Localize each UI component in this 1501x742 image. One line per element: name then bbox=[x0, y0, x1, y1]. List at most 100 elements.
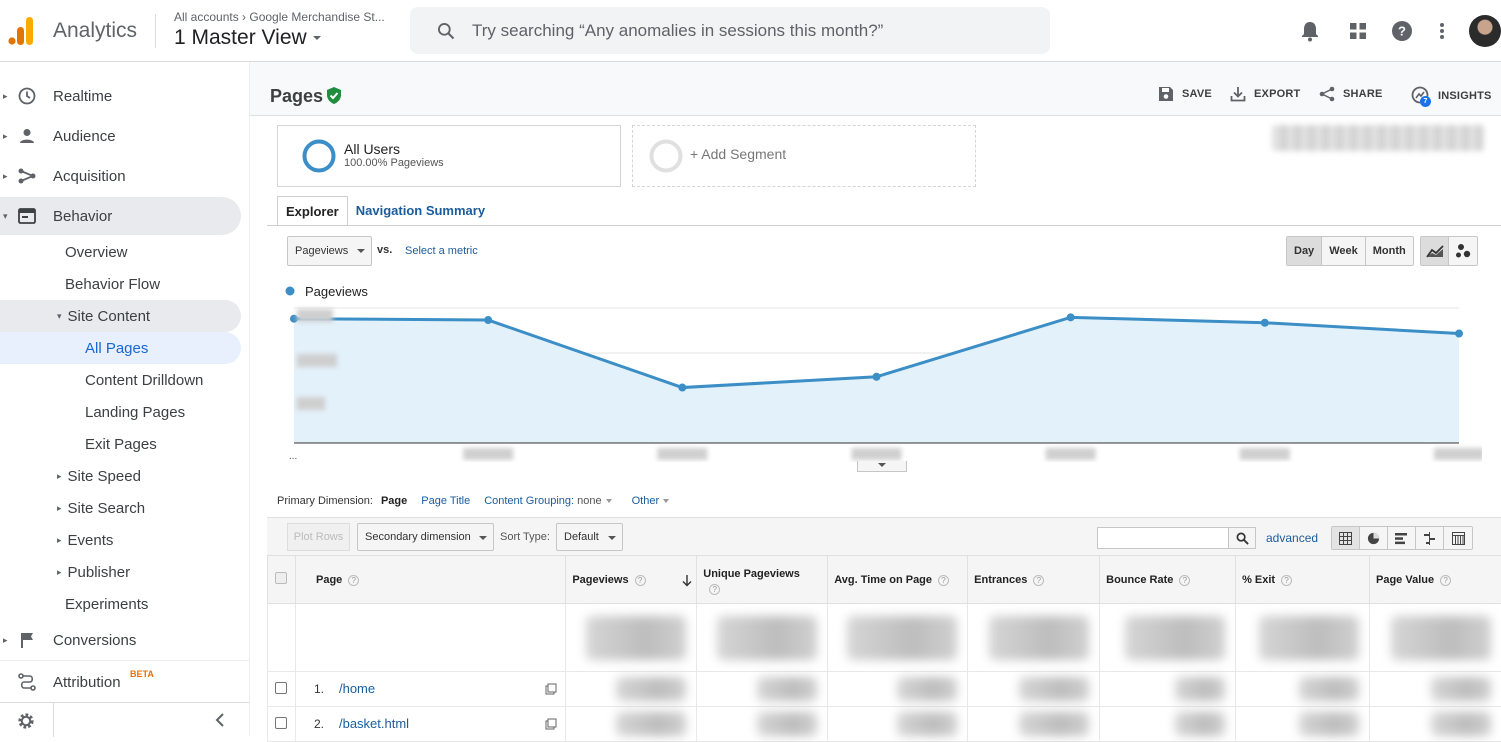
help-icon[interactable]: ? bbox=[635, 575, 646, 586]
export-button[interactable]: EXPORT bbox=[1230, 86, 1300, 102]
pie-view-button[interactable] bbox=[1360, 527, 1388, 549]
share-button[interactable]: SHARE bbox=[1319, 86, 1383, 102]
comparison-view-button[interactable] bbox=[1416, 527, 1444, 549]
more-vert-icon[interactable] bbox=[1430, 19, 1454, 43]
performance-view-button[interactable] bbox=[1388, 527, 1416, 549]
dimension-content-grouping[interactable]: Content Grouping: none bbox=[484, 495, 611, 507]
column-header-exit[interactable]: % Exit? bbox=[1236, 556, 1370, 604]
analytics-logo-icon[interactable] bbox=[8, 17, 34, 45]
chart-point[interactable] bbox=[1261, 319, 1269, 327]
search-bar[interactable] bbox=[410, 7, 1050, 54]
secondary-dimension-select[interactable]: Secondary dimension bbox=[357, 523, 494, 551]
help-icon[interactable]: ? bbox=[1390, 19, 1414, 43]
search-input[interactable] bbox=[472, 21, 1032, 41]
column-header-pageviews[interactable]: Pageviews? bbox=[566, 556, 697, 604]
select-all-checkbox-cell[interactable] bbox=[268, 556, 296, 604]
view-selector[interactable]: 1 Master View bbox=[174, 26, 323, 50]
column-header-avg-time-on-page[interactable]: Avg. Time on Page? bbox=[828, 556, 968, 604]
plot-rows-button[interactable]: Plot Rows bbox=[287, 523, 350, 551]
pivot-view-button[interactable] bbox=[1444, 527, 1472, 549]
chart-point[interactable] bbox=[678, 384, 686, 392]
sidebar-item-overview[interactable]: Overview bbox=[65, 236, 128, 268]
collapse-sidebar-icon[interactable] bbox=[215, 713, 225, 732]
chart-collapse-toggle[interactable] bbox=[857, 461, 907, 472]
sidebar-item-audience[interactable]: ▸ Audience bbox=[0, 116, 241, 156]
page-link[interactable]: /home bbox=[339, 681, 375, 696]
sidebar-item-content-drilldown[interactable]: Content Drilldown bbox=[85, 364, 203, 396]
help-icon[interactable]: ? bbox=[1033, 575, 1044, 586]
column-header-page[interactable]: Page? bbox=[295, 556, 565, 604]
column-header-page-value[interactable]: Page Value? bbox=[1370, 556, 1501, 604]
row-checkbox[interactable] bbox=[275, 717, 287, 729]
sidebar-item-site-search[interactable]: ▸ Site Search bbox=[57, 492, 145, 524]
table-search-button[interactable] bbox=[1228, 527, 1256, 549]
help-icon[interactable]: ? bbox=[1440, 575, 1451, 586]
page-cell: 2. /basket.html bbox=[295, 707, 565, 742]
day-button[interactable]: Day bbox=[1287, 237, 1322, 265]
sidebar-item-events[interactable]: ▸ Events bbox=[57, 524, 113, 556]
row-checkbox[interactable] bbox=[275, 682, 287, 694]
sidebar-item-conversions[interactable]: ▸ Conversions bbox=[0, 620, 241, 660]
page-link[interactable]: /basket.html bbox=[339, 716, 409, 731]
sidebar-item-behavior-flow[interactable]: Behavior Flow bbox=[65, 268, 160, 300]
sidebar-item-realtime[interactable]: ▸ Realtime bbox=[0, 76, 241, 116]
segment-name: All Users bbox=[344, 141, 400, 157]
line-chart-button[interactable] bbox=[1421, 237, 1449, 265]
sidebar-item-experiments[interactable]: Experiments bbox=[65, 588, 148, 620]
save-button[interactable]: SAVE bbox=[1158, 86, 1212, 102]
sidebar-item-site-speed[interactable]: ▸ Site Speed bbox=[57, 460, 141, 492]
column-header-unique-pageviews[interactable]: Unique Pageviews? bbox=[697, 556, 828, 604]
help-icon[interactable]: ? bbox=[1281, 575, 1292, 586]
sort-descending-icon[interactable] bbox=[682, 575, 692, 587]
chart-point[interactable] bbox=[290, 315, 298, 323]
account-breadcrumb[interactable]: All accounts › Google Merchandise St... bbox=[174, 10, 385, 24]
segment-all-users[interactable]: All Users 100.00% Pageviews bbox=[277, 125, 621, 187]
chart-point[interactable] bbox=[873, 373, 881, 381]
tab-navigation-summary[interactable]: Navigation Summary bbox=[348, 196, 493, 226]
bell-icon[interactable] bbox=[1298, 19, 1322, 43]
x-axis-tick-label bbox=[463, 448, 513, 460]
dimension-page-active[interactable]: Page bbox=[381, 495, 407, 507]
gear-icon[interactable] bbox=[17, 712, 35, 735]
add-segment-button[interactable]: + Add Segment bbox=[632, 125, 976, 187]
sort-type-select[interactable]: Default bbox=[556, 523, 623, 551]
chart-point[interactable] bbox=[1455, 330, 1463, 338]
chart-point[interactable] bbox=[1067, 313, 1075, 321]
help-icon[interactable]: ? bbox=[1179, 575, 1190, 586]
column-header-entrances[interactable]: Entrances? bbox=[968, 556, 1100, 604]
sidebar-item-publisher[interactable]: ▸ Publisher bbox=[57, 556, 130, 588]
sidebar-item-behavior[interactable]: ▾ Behavior bbox=[0, 196, 241, 236]
help-icon[interactable]: ? bbox=[709, 584, 720, 595]
table-filter-input[interactable] bbox=[1097, 527, 1229, 549]
sidebar-item-landing-pages[interactable]: Landing Pages bbox=[85, 396, 185, 428]
sidebar-item-site-content[interactable]: ▾ Site Content bbox=[57, 300, 150, 332]
sidebar-item-all-pages[interactable]: All Pages bbox=[85, 332, 148, 364]
row-checkbox-cell[interactable] bbox=[268, 707, 296, 742]
secondary-dimension-label: Secondary dimension bbox=[365, 531, 471, 543]
sidebar-item-acquisition[interactable]: ▸ Acquisition bbox=[0, 156, 241, 196]
select-metric-link[interactable]: Select a metric bbox=[405, 245, 478, 257]
open-external-icon[interactable] bbox=[545, 683, 557, 695]
data-table-view-button[interactable] bbox=[1332, 527, 1360, 549]
tab-explorer[interactable]: Explorer bbox=[277, 196, 348, 226]
select-all-checkbox[interactable] bbox=[275, 572, 287, 584]
dimension-page-title[interactable]: Page Title bbox=[421, 495, 470, 507]
advanced-filter-link[interactable]: advanced bbox=[1266, 531, 1318, 545]
dimension-other[interactable]: Other bbox=[632, 495, 670, 507]
motion-chart-button[interactable] bbox=[1449, 237, 1477, 265]
sidebar-item-exit-pages[interactable]: Exit Pages bbox=[85, 428, 157, 460]
column-header-bounce-rate[interactable]: Bounce Rate? bbox=[1100, 556, 1236, 604]
metric-select[interactable]: Pageviews bbox=[287, 236, 372, 266]
open-external-icon[interactable] bbox=[545, 718, 557, 730]
row-checkbox-cell[interactable] bbox=[268, 672, 296, 707]
avatar[interactable] bbox=[1469, 15, 1501, 47]
help-icon[interactable]: ? bbox=[348, 575, 359, 586]
sidebar-item-attribution[interactable]: Attribution BETA bbox=[0, 662, 241, 702]
month-button[interactable]: Month bbox=[1366, 237, 1413, 265]
insights-button[interactable]: 7 INSIGHTS bbox=[1410, 86, 1492, 106]
date-range-selector[interactable] bbox=[1272, 125, 1484, 151]
week-button[interactable]: Week bbox=[1322, 237, 1366, 265]
chart-point[interactable] bbox=[484, 316, 492, 324]
apps-grid-icon[interactable] bbox=[1346, 19, 1370, 43]
help-icon[interactable]: ? bbox=[938, 575, 949, 586]
